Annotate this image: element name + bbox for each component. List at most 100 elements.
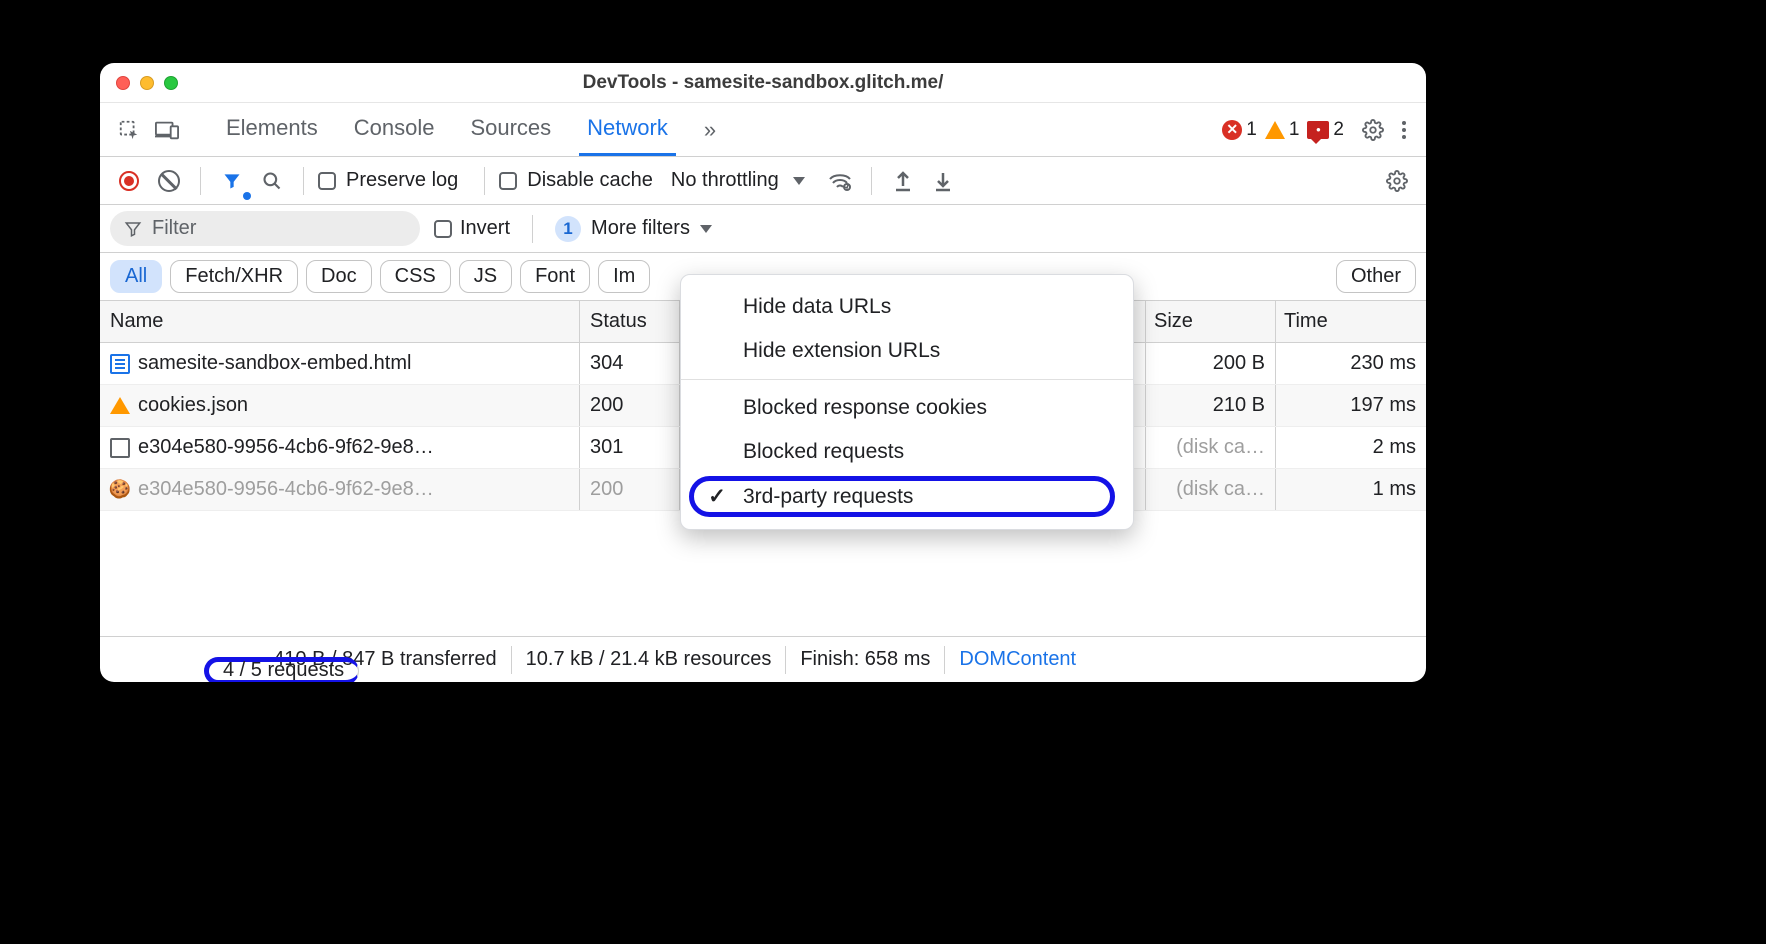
more-tabs-button[interactable]: » [696,117,724,143]
menu-label: Blocked requests [743,440,904,464]
statusbar: 4 / 5 requests 410 B / 847 B transferred… [100,636,1426,682]
devtools-window: DevTools - samesite-sandbox.glitch.me/ E… [100,63,1426,682]
row-time: 230 ms [1276,343,1426,384]
row-name: e304e580-9956-4cb6-9f62-9e8… [138,436,434,459]
menu-label: Hide extension URLs [743,339,940,363]
row-time: 1 ms [1276,469,1426,510]
status-finish: Finish: 658 ms [786,646,945,674]
menu-blocked-response-cookies[interactable]: Blocked response cookies [681,386,1133,430]
check-icon: ✓ [705,484,729,509]
issues-summary: ✕ 1 1 • 2 [1222,119,1344,141]
chip-js[interactable]: JS [459,260,512,293]
messages-count[interactable]: • 2 [1307,119,1344,141]
more-filters-badge: 1 [555,216,581,242]
menu-label: 3rd-party requests [743,485,913,509]
chip-other[interactable]: Other [1336,260,1416,293]
chevron-down-icon [793,177,805,185]
status-requests-text: 4 / 5 requests [223,659,344,682]
other-icon [110,438,130,458]
network-settings-icon[interactable] [1380,164,1414,198]
message-icon: • [1307,121,1329,139]
maximize-window-button[interactable] [164,76,178,90]
menu-blocked-requests[interactable]: Blocked requests [681,430,1133,474]
row-size: 210 B [1146,385,1276,426]
upload-har-icon[interactable] [886,164,920,198]
inspect-element-icon[interactable] [112,113,146,147]
row-name: cookies.json [138,394,248,417]
errors-count[interactable]: ✕ 1 [1222,119,1257,141]
status-requests: 4 / 5 requests [204,657,359,683]
preserve-log-checkbox[interactable] [318,172,336,190]
invert-label: Invert [460,217,510,240]
menu-hide-data-urls[interactable]: Hide data URLs [681,285,1133,329]
clear-button[interactable] [152,164,186,198]
error-icon: ✕ [1222,120,1242,140]
row-size: (disk ca… [1146,427,1276,468]
main-tabbar: Elements Console Sources Network » ✕ 1 1… [100,103,1426,157]
search-icon[interactable] [255,164,289,198]
messages-number: 2 [1333,119,1344,141]
tab-network[interactable]: Network [579,103,676,156]
more-filters-dropdown[interactable]: 1 More filters [555,216,712,242]
disable-cache-checkbox[interactable] [499,172,517,190]
funnel-icon [124,220,142,238]
chip-css[interactable]: CSS [380,260,451,293]
row-time: 2 ms [1276,427,1426,468]
col-header-time[interactable]: Time [1276,301,1426,342]
preserve-log-label: Preserve log [346,169,458,192]
window-controls [116,76,178,90]
row-name: e304e580-9956-4cb6-9f62-9e8… [138,478,434,501]
chip-font[interactable]: Font [520,260,590,293]
row-size: (disk ca… [1146,469,1276,510]
device-toolbar-icon[interactable] [150,113,184,147]
invert-checkbox[interactable]: Invert [434,217,510,240]
close-window-button[interactable] [116,76,130,90]
cookie-icon: 🍪 [110,480,130,500]
status-domcontent: DOMContent [945,646,1090,674]
filter-toggle-icon[interactable] [215,164,249,198]
settings-icon[interactable] [1356,113,1390,147]
row-size: 200 B [1146,343,1276,384]
tab-elements[interactable]: Elements [218,103,326,156]
download-har-icon[interactable] [926,164,960,198]
warning-icon [1265,121,1285,139]
filterbar: Filter Invert 1 More filters [100,205,1426,253]
row-status: 301 [580,427,680,468]
row-time: 197 ms [1276,385,1426,426]
chip-all[interactable]: All [110,260,162,293]
col-header-status[interactable]: Status [580,301,680,342]
col-header-name[interactable]: Name [100,301,580,342]
more-options-icon[interactable] [1394,121,1414,139]
row-status: 200 [580,385,680,426]
tab-console[interactable]: Console [346,103,443,156]
errors-number: 1 [1246,119,1257,141]
disable-cache-label: Disable cache [527,169,653,192]
chevron-down-icon [700,225,712,233]
minimize-window-button[interactable] [140,76,154,90]
filter-input[interactable]: Filter [110,211,420,246]
row-name: samesite-sandbox-embed.html [138,352,411,375]
warning-icon [110,397,130,414]
titlebar: DevTools - samesite-sandbox.glitch.me/ [100,63,1426,103]
chip-img[interactable]: Im [598,260,650,293]
status-resources: 10.7 kB / 21.4 kB resources [512,646,787,674]
network-toolbar: Preserve log Disable cache No throttling [100,157,1426,205]
window-title: DevTools - samesite-sandbox.glitch.me/ [100,72,1426,94]
network-conditions-icon[interactable] [823,164,857,198]
filter-placeholder: Filter [152,217,196,240]
chip-doc[interactable]: Doc [306,260,372,293]
row-status: 200 [580,469,680,510]
menu-3rd-party-requests[interactable]: ✓ 3rd-party requests [681,474,1133,519]
chip-fetch-xhr[interactable]: Fetch/XHR [170,260,298,293]
tab-sources[interactable]: Sources [462,103,559,156]
throttling-select[interactable]: No throttling [671,169,805,192]
warnings-number: 1 [1289,119,1300,141]
panel-tabs: Elements Console Sources Network » [218,103,724,156]
document-icon [110,354,130,374]
record-button[interactable] [112,164,146,198]
menu-label: Hide data URLs [743,295,891,319]
warnings-count[interactable]: 1 [1265,119,1300,141]
menu-label: Blocked response cookies [743,396,987,420]
col-header-size[interactable]: Size [1146,301,1276,342]
menu-hide-extension-urls[interactable]: Hide extension URLs [681,329,1133,373]
